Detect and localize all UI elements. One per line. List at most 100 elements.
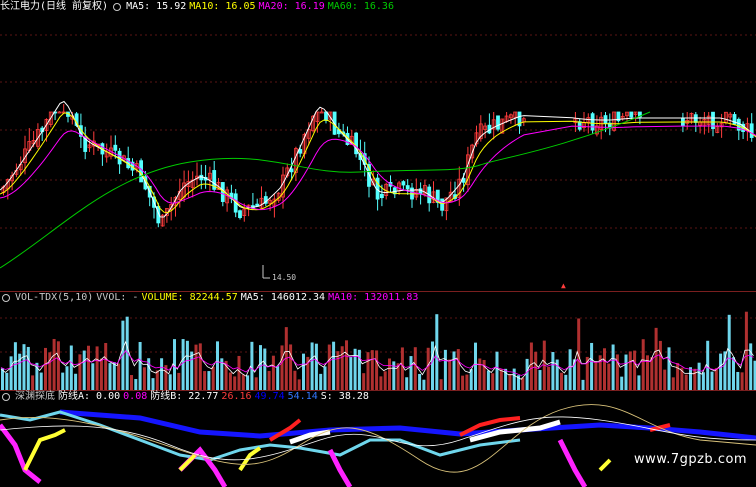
volume-bar	[409, 356, 413, 390]
candle-body	[405, 185, 410, 190]
volume-bar	[91, 363, 95, 390]
volume-bar	[452, 351, 456, 390]
volume-bar	[345, 340, 348, 390]
volume-bar	[663, 369, 667, 390]
volume-bar	[611, 344, 615, 390]
candle-body	[577, 121, 582, 130]
volume-bar	[267, 370, 271, 390]
volume-bar	[160, 358, 164, 390]
volume-bar	[388, 358, 391, 390]
volume-bar	[155, 370, 159, 390]
volume-bar	[280, 345, 284, 390]
volume-bar	[31, 375, 35, 390]
volume-bar	[271, 355, 275, 390]
candle-body	[629, 111, 634, 118]
volume-bar	[538, 370, 542, 390]
chart-canvas[interactable]: ▲	[0, 0, 756, 487]
volume-bar	[108, 363, 112, 390]
candle-body	[440, 198, 445, 211]
volume-bar	[564, 374, 568, 390]
candle-body	[319, 111, 324, 114]
candle-body	[238, 210, 242, 218]
candle-body	[590, 113, 595, 131]
volume-bar	[1, 368, 4, 390]
volume-bar	[302, 353, 305, 390]
volume-bar	[456, 349, 460, 390]
volume-bar	[9, 356, 13, 390]
volume-bar	[353, 348, 357, 390]
candle-body	[693, 114, 698, 123]
volume-bar	[142, 367, 146, 390]
volume-bar	[190, 351, 194, 390]
volume-bar	[22, 344, 26, 390]
volume-bar	[431, 341, 434, 390]
volume-bar	[418, 373, 422, 390]
volume-bar	[671, 377, 675, 390]
volume-bar	[590, 342, 594, 390]
volume-bar	[254, 377, 258, 390]
volume-bar	[525, 358, 529, 390]
volume-bar	[69, 345, 73, 390]
volume-bar	[65, 366, 69, 390]
volume-bar	[246, 375, 250, 390]
volume-bar	[241, 374, 245, 390]
volume-bar	[710, 371, 714, 390]
volume-bar	[684, 374, 688, 390]
volume-bar	[400, 347, 404, 390]
volume-bar	[297, 379, 301, 390]
volume-bar	[474, 342, 477, 390]
volume-bar	[319, 373, 323, 390]
volume-bar	[727, 314, 731, 390]
volume-bar	[603, 348, 606, 390]
volume-bar	[568, 349, 572, 390]
volume-bar	[293, 370, 297, 390]
volume-bar	[233, 376, 237, 390]
volume-bar	[151, 378, 155, 390]
volume-bar	[465, 374, 469, 390]
volume-bar	[375, 350, 379, 390]
watermark: www.7gpzb.com	[634, 452, 748, 467]
volume-bar	[379, 376, 383, 390]
volume-bar	[134, 379, 138, 390]
volume-bar	[654, 327, 658, 390]
volume-bar	[719, 353, 723, 390]
volume-bar	[39, 372, 43, 390]
volume-bar	[547, 366, 551, 390]
volume-bar	[701, 372, 705, 390]
volume-bar	[628, 351, 632, 390]
low-marker	[262, 265, 270, 279]
indicator-lines	[0, 404, 756, 487]
candle-body	[603, 115, 608, 124]
volume-bar	[228, 372, 232, 390]
volume-bar	[658, 340, 662, 390]
volume-bar	[323, 366, 327, 390]
volume-bar	[714, 368, 718, 390]
volume-bar	[276, 366, 280, 390]
volume-bar	[426, 347, 430, 390]
candle-body	[113, 144, 118, 151]
candle-body	[139, 160, 144, 183]
volume-bar	[44, 347, 47, 390]
volume-bar	[607, 363, 611, 390]
volume-bar	[340, 346, 344, 390]
volume-bar	[383, 371, 387, 390]
volume-bar	[744, 311, 748, 390]
volume-bar	[366, 352, 370, 390]
volume-bar	[495, 351, 499, 390]
volume-bar	[310, 342, 314, 390]
ma60-line	[0, 111, 651, 269]
volume-bar	[697, 362, 701, 390]
volume-bar	[439, 379, 443, 390]
volume-bar	[26, 346, 30, 390]
volume-bar	[48, 352, 52, 390]
volume-bar	[13, 342, 17, 390]
low-price-label: 14.50	[272, 273, 297, 282]
volume-bar	[620, 376, 624, 390]
volume-bar	[203, 371, 207, 390]
volume-bar	[693, 368, 697, 390]
volume-bar	[82, 350, 86, 390]
candle-body	[379, 193, 384, 199]
volume-bar	[529, 342, 533, 390]
volume-bar	[250, 341, 254, 390]
volume-bar	[689, 367, 692, 390]
